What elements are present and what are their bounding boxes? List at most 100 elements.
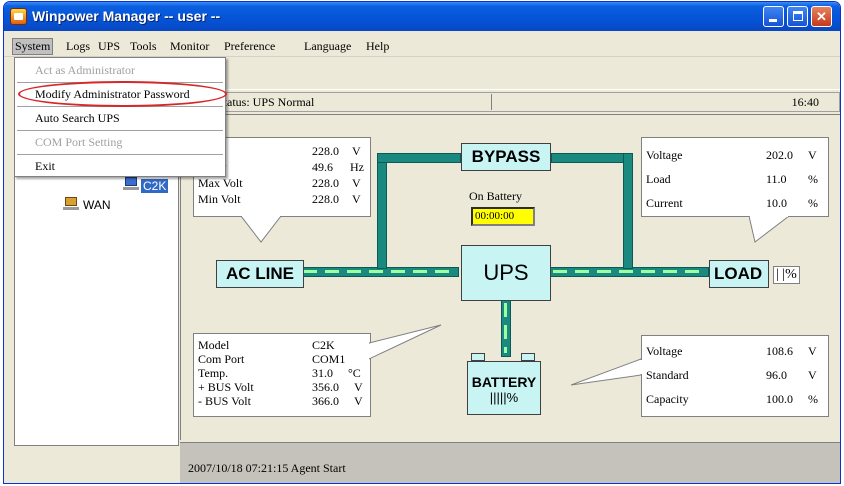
ups-pbus-value: 356.0 bbox=[312, 380, 339, 394]
close-button[interactable]: ✕ bbox=[811, 6, 832, 27]
app-window: Winpower Manager -- user -- ✕ System Log… bbox=[3, 1, 841, 484]
ups-callout-tail bbox=[369, 324, 442, 360]
ups-nbus-label: - BUS Volt bbox=[198, 394, 251, 408]
tree-node-wan[interactable]: WAN bbox=[83, 198, 111, 212]
menu-system[interactable]: System bbox=[12, 38, 54, 55]
ac-voltage-unit: V bbox=[352, 144, 361, 158]
battery-info-box: Voltage 108.6 V Standard 96.0 V Capacity… bbox=[641, 335, 829, 417]
status-clock: 16:40 bbox=[791, 95, 819, 109]
battery-capacity-unit: % bbox=[808, 392, 818, 406]
ups-com-port-label: Com Port bbox=[198, 352, 245, 366]
menu-help[interactable]: Help bbox=[366, 39, 389, 54]
battery-voltage-value: 108.6 bbox=[766, 344, 793, 358]
menu-com-port-setting[interactable]: COM Port Setting bbox=[15, 132, 225, 153]
menu-auto-search-ups[interactable]: Auto Search UPS bbox=[15, 108, 225, 129]
ac-max-volt-unit: V bbox=[352, 176, 361, 190]
battery-meter: |||||% bbox=[489, 390, 519, 405]
menu-exit[interactable]: Exit bbox=[15, 156, 225, 177]
battery-node: BATTERY |||||% bbox=[467, 361, 541, 415]
load-current-label: Current bbox=[646, 196, 683, 210]
status-divider bbox=[491, 94, 492, 110]
maximize-button[interactable] bbox=[787, 6, 808, 27]
menu-act-as-administrator[interactable]: Act as Administrator bbox=[15, 60, 225, 81]
minimize-icon bbox=[769, 19, 777, 22]
menu-bar: System Logs UPS Tools Monitor Preference… bbox=[4, 37, 840, 57]
menu-language[interactable]: Language bbox=[304, 39, 351, 54]
ac-max-volt-label: Max Volt bbox=[198, 176, 243, 190]
ac-flow-line bbox=[303, 270, 453, 273]
ups-model-label: Model bbox=[198, 338, 230, 352]
bypass-right-pipe bbox=[623, 153, 633, 269]
load-current-unit: % bbox=[808, 196, 818, 210]
battery-label: BATTERY bbox=[471, 374, 537, 390]
bypass-left-pipe bbox=[377, 153, 387, 269]
window-title: Winpower Manager -- user -- bbox=[32, 8, 221, 24]
computer-icon bbox=[123, 177, 139, 191]
bypass-top-left-pipe bbox=[377, 153, 461, 163]
ac-min-volt-label: Min Volt bbox=[198, 192, 241, 206]
ac-min-volt-unit: V bbox=[352, 192, 361, 206]
title-bar[interactable]: Winpower Manager -- user -- ✕ bbox=[4, 2, 840, 31]
ups-monitor-panel: ge 228.0 V uency 49.6 Hz Max Volt 228.0 … bbox=[180, 114, 840, 440]
ups-nbus-unit: V bbox=[354, 394, 363, 408]
battery-terminal-right bbox=[521, 353, 535, 361]
ac-callout-tail bbox=[241, 216, 282, 243]
battery-standard-unit: V bbox=[808, 368, 817, 382]
menu-logs[interactable]: Logs bbox=[66, 39, 90, 54]
menu-separator bbox=[17, 130, 223, 131]
load-load-unit: % bbox=[808, 172, 818, 186]
status-bar: Status: UPS Normal 16:40 bbox=[180, 92, 840, 112]
battery-voltage-unit: V bbox=[808, 344, 817, 358]
menu-monitor[interactable]: Monitor bbox=[170, 39, 209, 54]
menu-tools[interactable]: Tools bbox=[130, 39, 157, 54]
load-voltage-unit: V bbox=[808, 148, 817, 162]
load-info-box: Voltage 202.0 V Load 11.0 % Current 10.0… bbox=[641, 137, 829, 217]
ups-pbus-label: + BUS Volt bbox=[198, 380, 254, 394]
battery-standard-value: 96.0 bbox=[766, 368, 787, 382]
menu-preference[interactable]: Preference bbox=[224, 39, 275, 54]
ups-info-box: Model C2K Com Port COM1 Temp. 31.0 °C + … bbox=[193, 333, 371, 417]
network-icon bbox=[63, 197, 79, 211]
toolbar bbox=[180, 58, 840, 90]
ups-status: Status: UPS Normal bbox=[217, 95, 315, 109]
tree-node-c2k[interactable]: C2K bbox=[141, 179, 169, 193]
system-menu-dropdown: Act as Administrator Modify Administrato… bbox=[14, 57, 227, 177]
ac-line-node: AC LINE bbox=[216, 260, 304, 288]
event-log: 2007/10/18 07:21:15 Agent Start bbox=[180, 442, 840, 483]
maximize-icon bbox=[793, 11, 803, 21]
battery-capacity-value: 100.0 bbox=[766, 392, 793, 406]
load-meter: | |% bbox=[773, 266, 800, 284]
ups-pbus-unit: V bbox=[354, 380, 363, 394]
menu-ups[interactable]: UPS bbox=[98, 39, 120, 54]
battery-voltage-label: Voltage bbox=[646, 344, 683, 358]
load-voltage-label: Voltage bbox=[646, 148, 683, 162]
load-callout-tail bbox=[749, 216, 790, 243]
battery-callout-tail bbox=[571, 358, 643, 386]
ups-model-value: C2K bbox=[312, 338, 335, 352]
ups-com-port-value: COM1 bbox=[312, 352, 346, 366]
ups-temp-value: 31.0 bbox=[312, 366, 333, 380]
app-icon bbox=[10, 8, 27, 25]
ups-temp-unit: °C bbox=[348, 366, 361, 380]
ac-frequency-unit: Hz bbox=[350, 160, 364, 174]
highlight-annotation bbox=[18, 81, 227, 107]
load-load-value: 11.0 bbox=[766, 172, 787, 186]
ups-temp-label: Temp. bbox=[198, 366, 229, 380]
ups-nbus-value: 366.0 bbox=[312, 394, 339, 408]
ac-min-volt-value: 228.0 bbox=[312, 192, 339, 206]
event-log-entry: 2007/10/18 07:21:15 Agent Start bbox=[188, 461, 346, 475]
load-voltage-value: 202.0 bbox=[766, 148, 793, 162]
close-icon: ✕ bbox=[816, 9, 827, 24]
battery-flow-line bbox=[504, 303, 507, 353]
ups-node: UPS bbox=[461, 245, 551, 301]
battery-standard-label: Standard bbox=[646, 368, 689, 382]
load-flow-line bbox=[553, 270, 703, 273]
ac-max-volt-value: 228.0 bbox=[312, 176, 339, 190]
menu-separator bbox=[17, 154, 223, 155]
on-battery-timer: 00:00:00 bbox=[471, 207, 535, 226]
ac-voltage-value: 228.0 bbox=[312, 144, 339, 158]
battery-capacity-label: Capacity bbox=[646, 392, 689, 406]
on-battery-label: On Battery bbox=[469, 189, 522, 203]
load-load-label: Load bbox=[646, 172, 671, 186]
minimize-button[interactable] bbox=[763, 6, 784, 27]
